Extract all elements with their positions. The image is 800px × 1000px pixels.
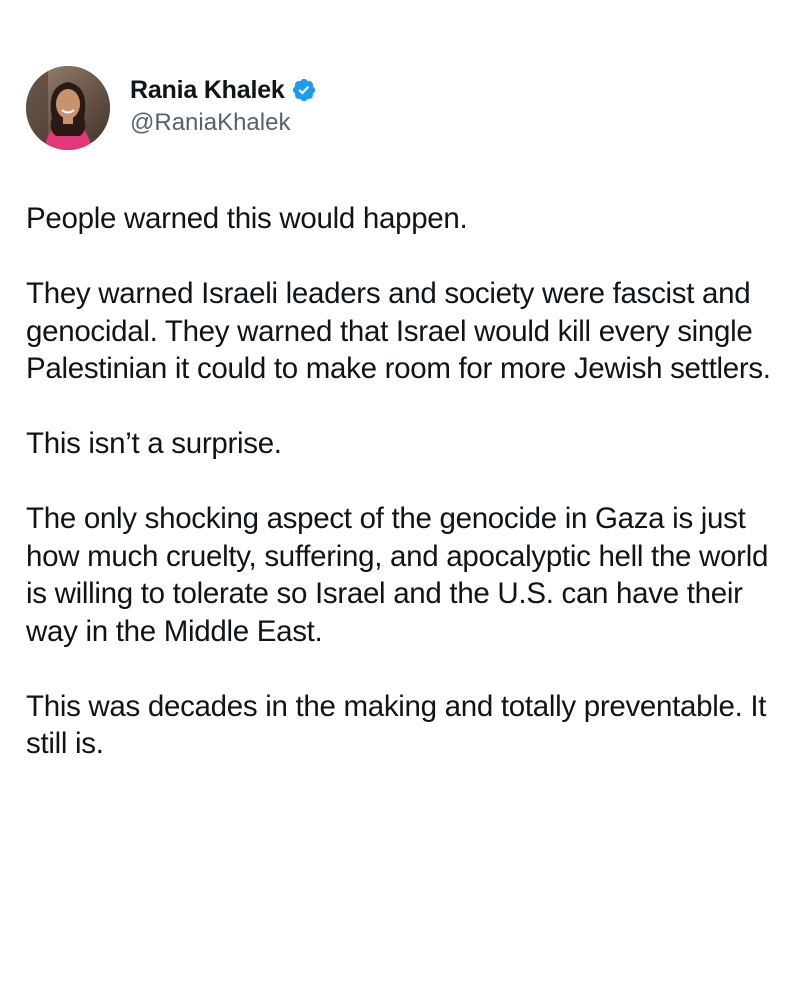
- tweet-text: People warned this would happen. They wa…: [26, 200, 796, 800]
- verified-badge-icon[interactable]: [291, 77, 317, 103]
- display-name[interactable]: Rania Khalek: [130, 76, 285, 105]
- tweet-paragraph: The only shocking aspect of the genocide…: [26, 502, 769, 648]
- author-names: Rania Khalek @RaniaKhalek: [130, 73, 317, 137]
- tweet-paragraph: This isn’t a surprise.: [26, 427, 282, 460]
- tweet-paragraph: This was decades in the making and total…: [26, 689, 767, 761]
- tweet-paragraph: People warned this would happen.: [26, 202, 468, 235]
- avatar[interactable]: [26, 66, 110, 150]
- avatar-photo: [26, 66, 110, 150]
- display-name-row: Rania Khalek: [130, 73, 317, 107]
- tweet-paragraph: They warned Israeli leaders and society …: [26, 277, 771, 385]
- handle[interactable]: @RaniaKhalek: [130, 109, 317, 137]
- tweet-header: Rania Khalek @RaniaKhalek: [26, 66, 317, 150]
- tweet-card: Rania Khalek @RaniaKhalek People warned …: [0, 0, 800, 1000]
